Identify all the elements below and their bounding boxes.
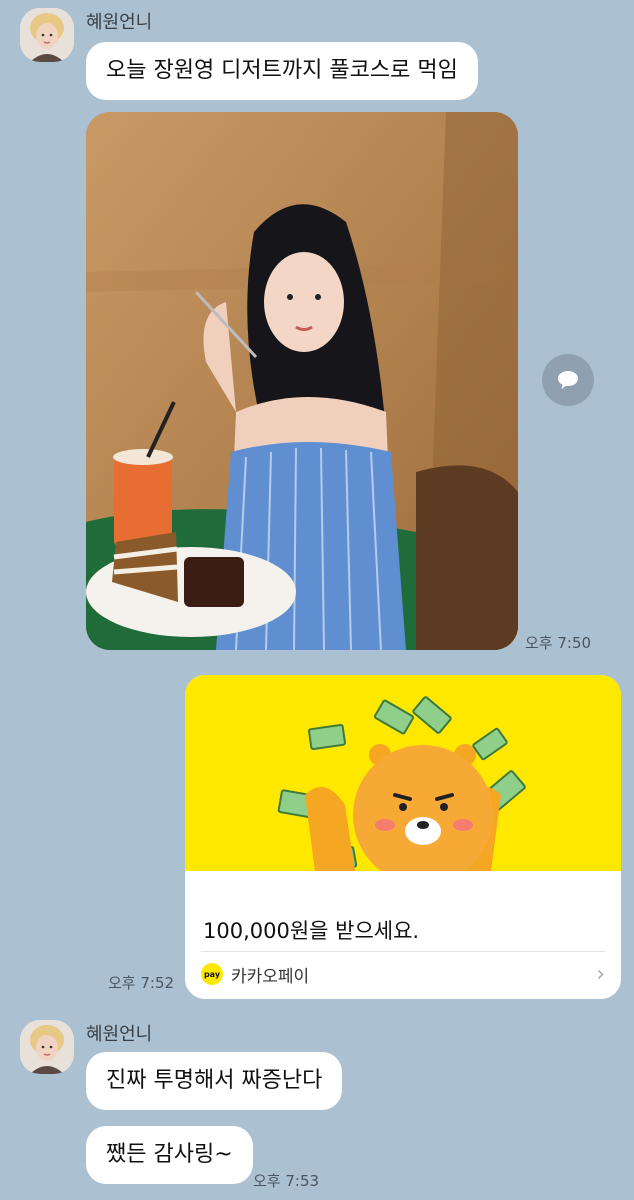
- message-time: 오후 7:50: [525, 634, 592, 652]
- avatar-portrait-icon: [20, 1020, 74, 1074]
- message-bubble[interactable]: 쨌든 감사링~: [86, 1126, 253, 1184]
- sender-name: 혜원언니: [86, 1024, 153, 1045]
- photo-image: [86, 112, 518, 650]
- kakaopay-banner: [185, 675, 621, 885]
- kakaopay-card[interactable]: 100,000원을 받으세요. pay 카카오페이 ›: [185, 675, 621, 999]
- divider: [201, 951, 605, 952]
- photo-message[interactable]: [86, 112, 518, 650]
- share-button[interactable]: [542, 354, 594, 406]
- message-time: 오후 7:53: [253, 1172, 320, 1190]
- chevron-right-icon: ›: [596, 961, 605, 987]
- kakaopay-logo-icon: pay: [201, 963, 223, 985]
- message-bubble[interactable]: 진짜 투명해서 짜증난다: [86, 1052, 343, 1110]
- ryan-money-illustration-icon: [277, 696, 526, 885]
- message-time: 오후 7:52: [108, 974, 175, 992]
- speech-bubble-share-icon: [558, 371, 578, 389]
- sender-name: 혜원언니: [86, 12, 153, 33]
- message-bubble[interactable]: 오늘 장원영 디저트까지 풀코스로 먹임: [86, 42, 478, 100]
- sender-avatar[interactable]: [20, 1020, 74, 1074]
- kakaopay-brand: 카카오페이: [231, 966, 310, 987]
- sender-avatar[interactable]: [20, 8, 74, 62]
- kakaopay-footer[interactable]: pay 카카오페이 ›: [201, 960, 605, 988]
- payment-amount-text: 100,000원을 받으세요.: [203, 919, 420, 943]
- avatar-portrait-icon: [20, 8, 74, 62]
